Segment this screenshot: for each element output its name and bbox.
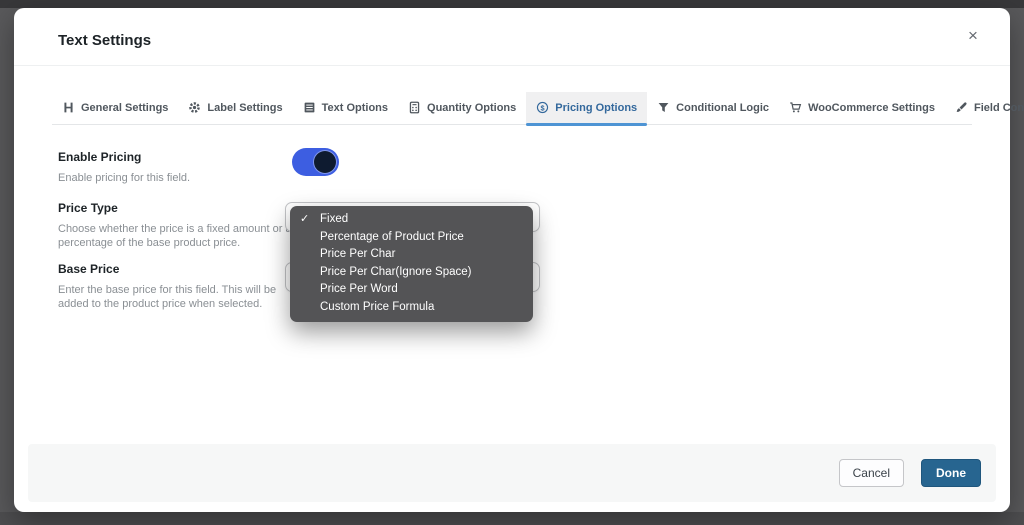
tab-woocommerce-settings[interactable]: WooCommerce Settings <box>779 92 945 124</box>
price-type-dropdown-menu: ✓ Fixed Percentage of Product Price Pric… <box>290 206 533 322</box>
tab-quantity-options[interactable]: Quantity Options <box>398 92 526 124</box>
cancel-button[interactable]: Cancel <box>839 459 904 487</box>
close-icon[interactable]: × <box>962 25 984 47</box>
base-price-label: Base Price <box>58 262 119 276</box>
enable-pricing-description: Enable pricing for this field. <box>58 171 296 185</box>
calculator-icon <box>408 101 421 114</box>
modal-title: Text Settings <box>58 32 151 49</box>
enable-pricing-label: Enable Pricing <box>58 150 141 164</box>
tab-label: WooCommerce Settings <box>808 102 935 114</box>
dropdown-option-fixed[interactable]: ✓ Fixed <box>290 211 533 229</box>
base-price-description: Enter the base price for this field. Thi… <box>58 283 296 311</box>
tab-conditional-logic[interactable]: Conditional Logic <box>647 92 779 124</box>
text-lines-icon <box>303 101 316 114</box>
checkmark-icon: ✓ <box>300 213 309 227</box>
toggle-knob <box>314 151 336 173</box>
modal-header: Text Settings × <box>14 8 1010 66</box>
tab-text-options[interactable]: Text Options <box>293 92 398 124</box>
text-settings-modal: Text Settings × General Settings Label S… <box>14 8 1010 512</box>
tab-label: Conditional Logic <box>676 102 769 114</box>
screen-bottom-edge <box>0 512 1024 525</box>
settings-tab-bar: General Settings Label Settings Text Opt… <box>52 92 972 125</box>
tab-field-container-settings[interactable]: Field Container Settings <box>945 92 1024 124</box>
dropdown-option-percentage-of-product-price[interactable]: Percentage of Product Price <box>290 229 533 247</box>
enable-pricing-toggle[interactable] <box>292 148 339 176</box>
cart-icon <box>789 101 802 114</box>
svg-text:$: $ <box>541 103 545 112</box>
price-type-description: Choose whether the price is a fixed amou… <box>58 222 296 250</box>
tab-label: Text Options <box>322 102 388 114</box>
tab-label: Label Settings <box>207 102 282 114</box>
tab-label: Pricing Options <box>555 102 637 114</box>
filter-icon <box>657 101 670 114</box>
tab-pricing-options[interactable]: $ Pricing Options <box>526 92 647 124</box>
dropdown-option-price-per-char[interactable]: Price Per Char <box>290 246 533 264</box>
tab-label-settings[interactable]: Label Settings <box>178 92 292 124</box>
dollar-circle-icon: $ <box>536 101 549 114</box>
brush-icon <box>955 101 968 114</box>
dropdown-option-price-per-word[interactable]: Price Per Word <box>290 281 533 299</box>
tab-label: Quantity Options <box>427 102 516 114</box>
dropdown-option-price-per-char-ignore-space[interactable]: Price Per Char(Ignore Space) <box>290 264 533 282</box>
price-type-label: Price Type <box>58 201 118 215</box>
screen-top-edge <box>0 0 1024 8</box>
gear-icon <box>188 101 201 114</box>
heading-icon <box>62 101 75 114</box>
done-button[interactable]: Done <box>921 459 981 487</box>
tab-label: General Settings <box>81 102 168 114</box>
tab-label: Field Container Settings <box>974 102 1024 114</box>
dropdown-option-custom-price-formula[interactable]: Custom Price Formula <box>290 299 533 317</box>
tab-general-settings[interactable]: General Settings <box>52 92 178 124</box>
modal-footer: Cancel Done <box>28 444 996 502</box>
